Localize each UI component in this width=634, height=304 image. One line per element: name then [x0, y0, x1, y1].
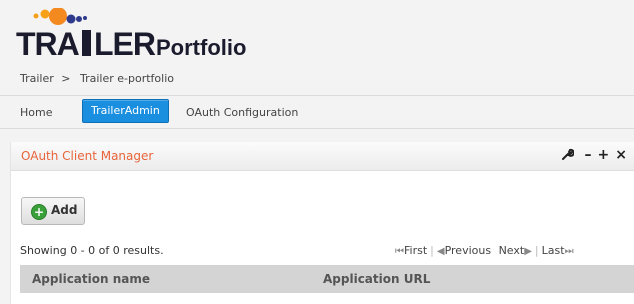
table-header: Application name Application URL [20, 265, 634, 293]
main-nav: Home TrailerAdmin OAuth Configuration [0, 96, 634, 128]
pagination: ⏮First | ◀Previous Next▶ | Last⏭ [395, 244, 574, 257]
next-page-icon: ▶ [524, 246, 532, 257]
portfolio-text: Portfolio [156, 35, 246, 60]
site-header: TRA LER Portfolio Trailer > Trailer e-po… [0, 0, 634, 95]
breadcrumb-item-trailer[interactable]: Trailer [20, 72, 54, 85]
previous-page-link[interactable]: ◀Previous [437, 244, 491, 257]
trailer-logo: TRA LER Portfolio [16, 8, 246, 62]
first-page-link[interactable]: ⏮First [395, 244, 427, 257]
svg-text:TRA: TRA [16, 26, 80, 62]
previous-page-icon: ◀ [436, 246, 445, 257]
minimize-icon[interactable]: – [585, 147, 598, 163]
nav-divider [0, 128, 634, 129]
first-page-icon: ⏮ [395, 246, 404, 257]
maximize-icon[interactable]: + [598, 147, 616, 163]
nav-item-oauth-configuration[interactable]: OAuth Configuration [186, 106, 298, 119]
panel-header: OAuth Client Manager –+× [11, 142, 634, 171]
next-page-link[interactable]: Next▶ [499, 244, 532, 257]
add-icon: + [31, 204, 47, 220]
column-header-application-url[interactable]: Application URL [323, 272, 430, 286]
panel-title: OAuth Client Manager [21, 149, 154, 163]
breadcrumb: Trailer > Trailer e-portfolio [20, 72, 174, 85]
wrench-icon[interactable] [561, 147, 585, 163]
oauth-client-manager-panel: OAuth Client Manager –+× + Add Showing 0… [10, 142, 634, 304]
nav-item-traileradmin[interactable]: TrailerAdmin [82, 99, 169, 123]
add-button-label: Add [51, 203, 78, 217]
results-summary: Showing 0 - 0 of 0 results. [20, 244, 164, 257]
column-header-application-name[interactable]: Application name [32, 272, 150, 286]
svg-text:LER: LER [94, 26, 156, 62]
panel-tools: –+× [561, 147, 633, 163]
close-icon[interactable]: × [615, 147, 633, 163]
breadcrumb-item-eportfolio[interactable]: Trailer e-portfolio [80, 72, 174, 85]
breadcrumb-separator: > [61, 72, 71, 85]
last-page-icon: ⏭ [564, 246, 574, 257]
nav-item-home[interactable]: Home [20, 106, 52, 119]
last-page-link[interactable]: Last⏭ [542, 244, 574, 257]
add-button[interactable]: + Add [21, 197, 85, 225]
